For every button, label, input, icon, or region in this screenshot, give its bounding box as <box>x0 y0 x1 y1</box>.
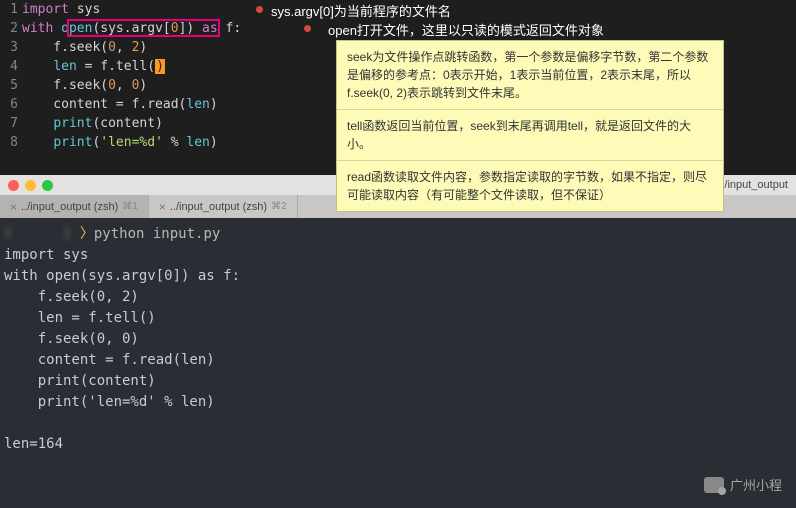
maximize-button[interactable] <box>42 180 53 191</box>
terminal-output-line: f.seek(0, 2) <box>4 287 792 308</box>
terminal-output-line <box>4 413 792 434</box>
code-content: f.seek(0, 0) <box>22 76 147 95</box>
code-editor[interactable]: 1import sys2with open(sys.argv[0]) as f:… <box>0 0 796 175</box>
terminal-output-line: import sys <box>4 245 792 266</box>
minimize-button[interactable] <box>25 180 36 191</box>
code-content: f.seek(0, 2) <box>22 38 147 57</box>
line-number: 4 <box>0 57 22 76</box>
terminal-tab-1[interactable]: × ../input_output (zsh) ⌘1 <box>0 195 149 218</box>
line-number: 6 <box>0 95 22 114</box>
note-paragraph-2: tell函数返回当前位置，seek到末尾再调用tell，就是返回文件的大小。 <box>337 110 723 161</box>
terminal-output-line: content = f.read(len) <box>4 350 792 371</box>
close-button[interactable] <box>8 180 19 191</box>
terminal-output-line: with open(sys.argv[0]) as f: <box>4 266 792 287</box>
code-content: content = f.read(len) <box>22 95 218 114</box>
tab-shortcut: ⌘1 <box>122 201 138 212</box>
line-number: 5 <box>0 76 22 95</box>
terminal-output-line: print('len=%d' % len) <box>4 392 792 413</box>
prompt-path: ( ) <box>4 226 71 242</box>
line-number: 3 <box>0 38 22 57</box>
line-number: 8 <box>0 133 22 152</box>
prompt-symbol: 〉 <box>71 226 93 242</box>
code-content: print(content) <box>22 114 163 133</box>
code-content: import sys <box>22 0 100 19</box>
terminal-output-line: f.seek(0, 0) <box>4 329 792 350</box>
note-paragraph-3: read函数读取文件内容，参数指定读取的字节数，如果不指定，则尽可能读取内容（有… <box>337 161 723 211</box>
sticky-note: seek为文件操作点跳转函数，第一个参数是偏移字节数，第二个参数是偏移的参考点：… <box>336 40 724 212</box>
tab-label: ../input_output (zsh) <box>21 201 118 213</box>
annotation-bullet-1 <box>256 6 263 13</box>
close-icon[interactable]: × <box>10 200 17 214</box>
annotation-2: open打开文件，这里以只读的模式返回文件对象 <box>328 20 604 39</box>
terminal-output-line: len = f.tell() <box>4 308 792 329</box>
annotation-1: sys.argv[0]为当前程序的文件名 <box>271 1 451 20</box>
terminal-output-line: print(content) <box>4 371 792 392</box>
terminal-body[interactable]: ( ) 〉python input.py import syswith open… <box>0 218 796 461</box>
code-content: print('len=%d' % len) <box>22 133 218 152</box>
line-number: 2 <box>0 19 22 38</box>
terminal-window: ing/input_output × ../input_output (zsh)… <box>0 175 796 508</box>
prompt-line: ( ) 〉python input.py <box>4 224 792 245</box>
code-content: len = f.tell() <box>22 57 165 76</box>
tab-label: ../input_output (zsh) <box>170 201 267 213</box>
watermark: 广州小程 <box>704 475 782 494</box>
line-number: 1 <box>0 0 22 19</box>
terminal-output-line: len=164 <box>4 434 792 455</box>
terminal-tab-2[interactable]: × ../input_output (zsh) ⌘2 <box>149 195 298 218</box>
note-paragraph-1: seek为文件操作点跳转函数，第一个参数是偏移字节数，第二个参数是偏移的参考点：… <box>337 41 723 110</box>
code-content: with open(sys.argv[0]) as f: <box>22 19 241 38</box>
annotation-bullet-2 <box>304 25 311 32</box>
tab-shortcut: ⌘2 <box>271 201 287 212</box>
line-number: 7 <box>0 114 22 133</box>
close-icon[interactable]: × <box>159 200 166 214</box>
watermark-text: 广州小程 <box>730 475 782 494</box>
wechat-icon <box>704 477 724 493</box>
prompt-command: python input.py <box>94 226 220 242</box>
